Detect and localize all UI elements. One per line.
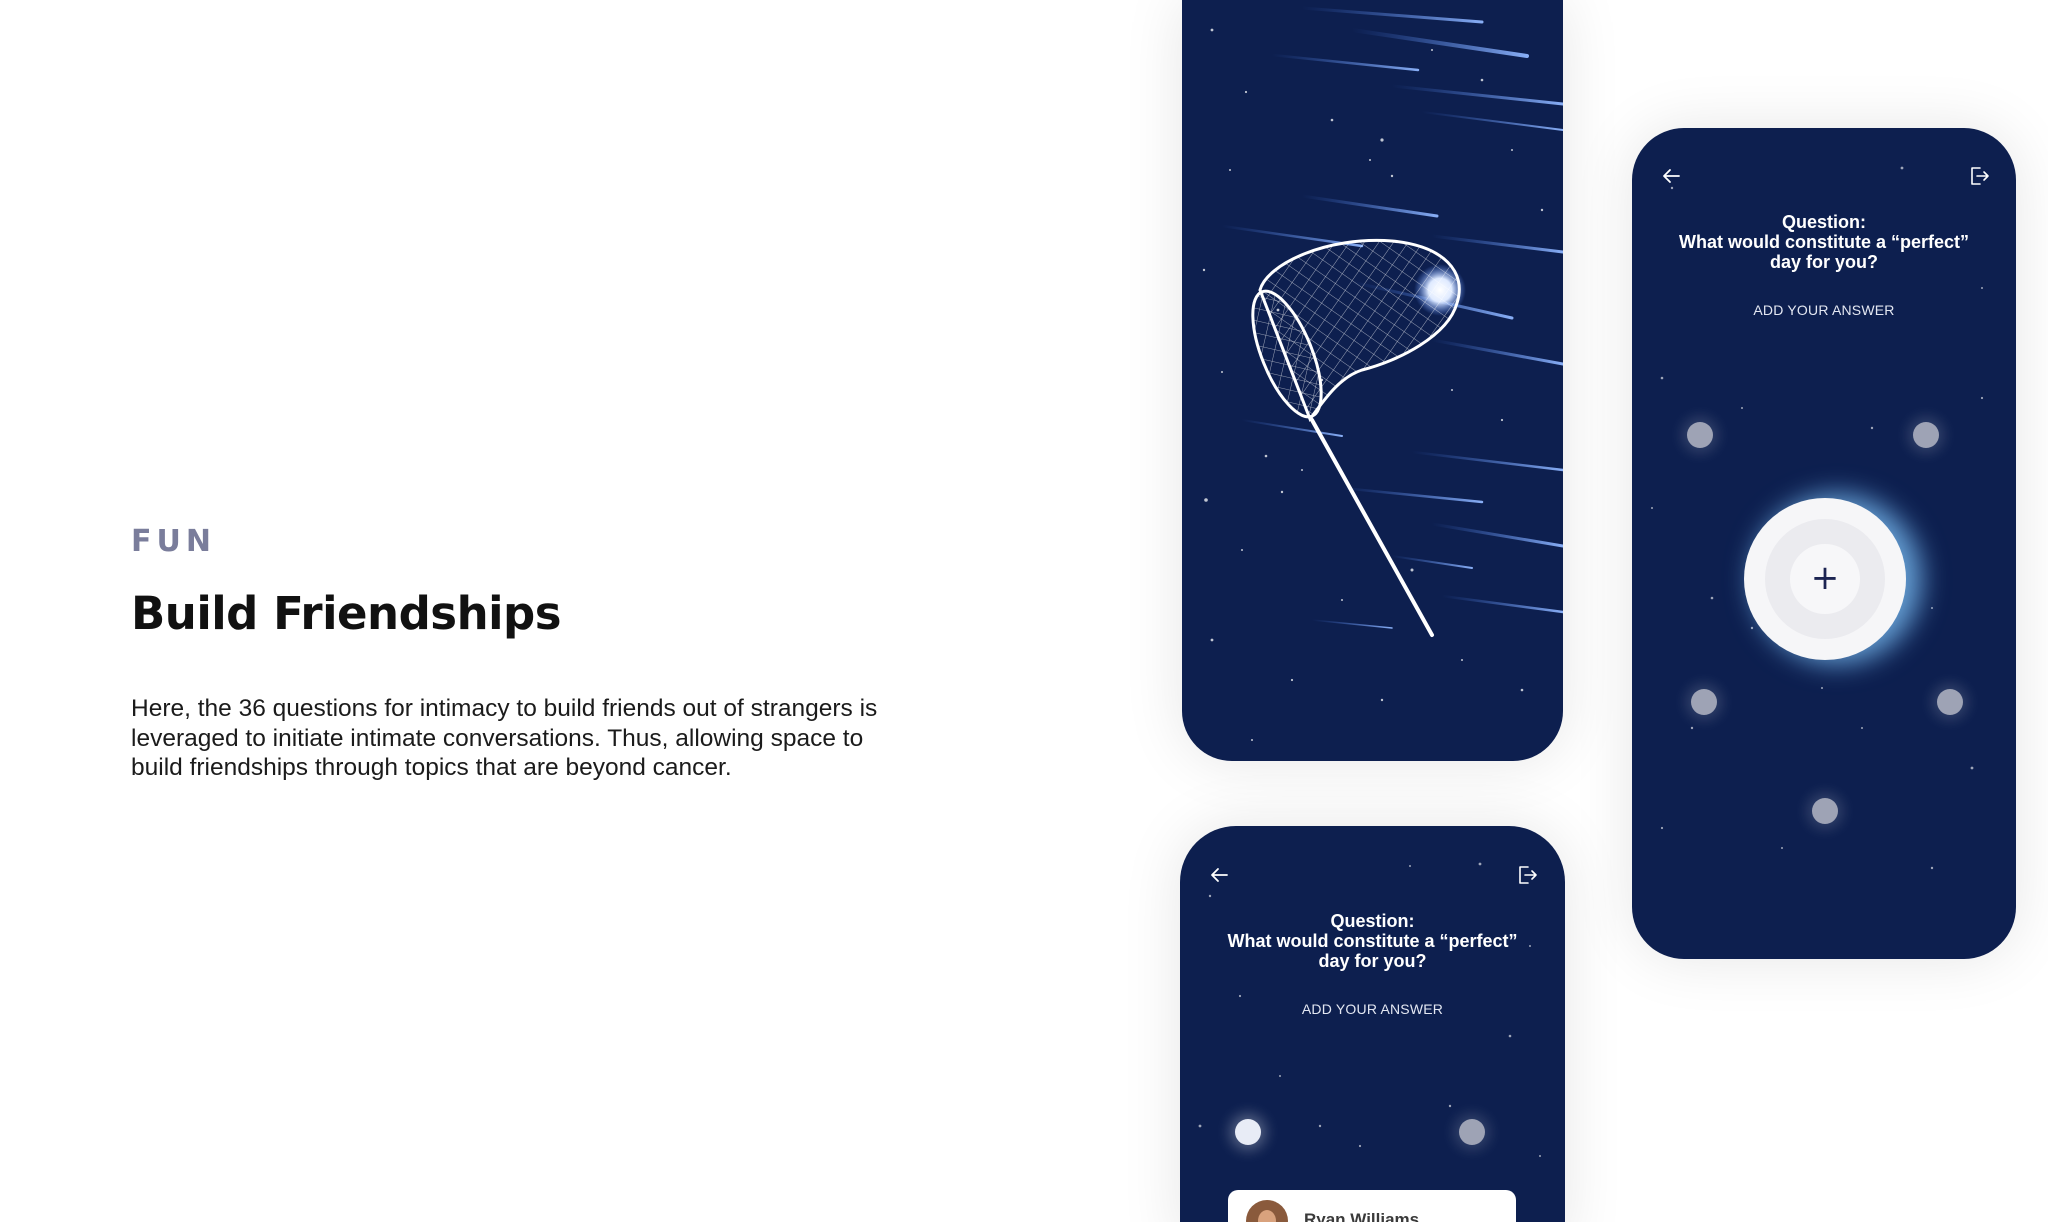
- eyebrow-label: FUN: [131, 524, 216, 559]
- participant-orb[interactable]: [1459, 1119, 1485, 1145]
- participant-orb[interactable]: [1687, 422, 1713, 448]
- back-arrow-icon[interactable]: [1208, 864, 1230, 886]
- add-answer-link[interactable]: ADD YOUR ANSWER: [1180, 1001, 1565, 1017]
- starfield: [1198, 862, 1541, 1157]
- page-title: Build Friendships: [131, 587, 562, 640]
- add-answer-link[interactable]: ADD YOUR ANSWER: [1632, 302, 2016, 318]
- question-text-line-2: day for you?: [1769, 252, 1878, 272]
- intro-section: FUN Build Friendships Here, the 36 quest…: [131, 524, 931, 783]
- add-answer-button[interactable]: +: [1744, 498, 1906, 660]
- plus-icon: +: [1810, 558, 1840, 598]
- phone-screen-question-add: Question: What would constitute a “perfe…: [1632, 128, 2016, 959]
- avatar: [1246, 1200, 1288, 1222]
- back-arrow-icon[interactable]: [1660, 165, 1682, 187]
- question-text-line-1: What would constitute a “perfect”: [1678, 232, 1969, 252]
- participant-orb[interactable]: [1937, 689, 1963, 715]
- participant-orb[interactable]: [1812, 798, 1838, 824]
- participant-orb[interactable]: [1235, 1119, 1261, 1145]
- question-label: Question:: [1330, 911, 1415, 931]
- phone-screen-catch: [1182, 0, 1563, 761]
- question-label: Question:: [1782, 212, 1866, 232]
- question-text-line-1: What would constitute a “perfect”: [1227, 931, 1518, 951]
- intro-description: Here, the 36 questions for intimacy to b…: [131, 695, 878, 781]
- exit-icon[interactable]: [1516, 864, 1538, 886]
- butterfly-net-icon: [1251, 238, 1466, 637]
- exit-icon[interactable]: [1968, 165, 1990, 187]
- phone-screen-question-participants: Question: What would constitute a “perfe…: [1180, 826, 1565, 1222]
- participant-name: Ryan Williams: [1304, 1210, 1420, 1222]
- question-text-line-2: day for you?: [1318, 951, 1427, 971]
- starfield: [1202, 6, 1563, 741]
- participant-orb[interactable]: [1913, 422, 1939, 448]
- participant-card[interactable]: Ryan Williams: [1228, 1190, 1516, 1222]
- participant-orb[interactable]: [1691, 689, 1717, 715]
